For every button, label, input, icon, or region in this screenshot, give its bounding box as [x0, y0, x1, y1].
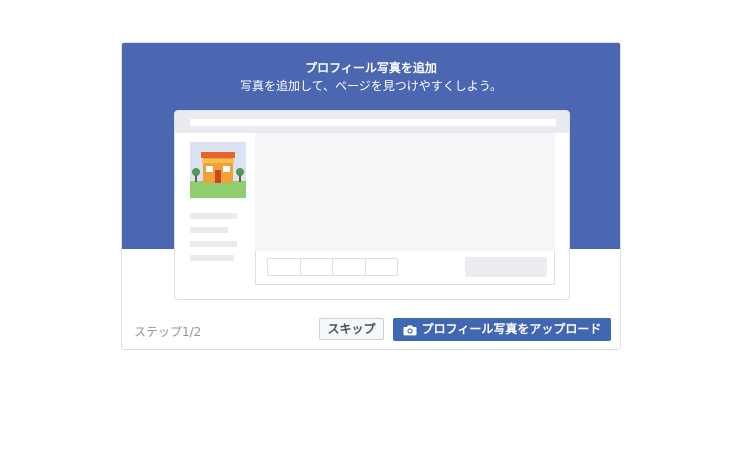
preview-browser-bar [175, 111, 569, 133]
camera-icon [403, 324, 417, 336]
preview-tab [268, 259, 301, 275]
skip-button[interactable]: スキップ [319, 318, 384, 340]
preview-text-line [190, 213, 237, 219]
step-indicator: ステップ1/2 [134, 325, 202, 339]
upload-button-label: プロフィール写真をアップロード [421, 322, 602, 336]
upload-profile-photo-button[interactable]: プロフィール写真をアップロード [393, 318, 611, 341]
preview-cover-area [255, 133, 555, 251]
preview-text-line [190, 241, 237, 247]
preview-button [465, 257, 547, 277]
preview-tab [366, 259, 398, 275]
preview-tab [333, 259, 366, 275]
preview-address-bar [190, 119, 556, 126]
storefront-illustration-icon [190, 142, 246, 198]
dialog-subtitle: 写真を追加して、ページを見つけやすくしよう。 [239, 79, 503, 93]
profile-photo-dialog: プロフィール写真を追加 写真を追加して、ページを見つけやすくしよう。 ステップ1… [121, 42, 621, 350]
preview-text-line [190, 227, 228, 233]
preview-tab [301, 259, 333, 275]
dialog-title: プロフィール写真を追加 [305, 61, 437, 75]
page-preview-illustration [174, 110, 570, 300]
preview-tab-row [267, 258, 398, 276]
preview-text-line [190, 255, 234, 261]
